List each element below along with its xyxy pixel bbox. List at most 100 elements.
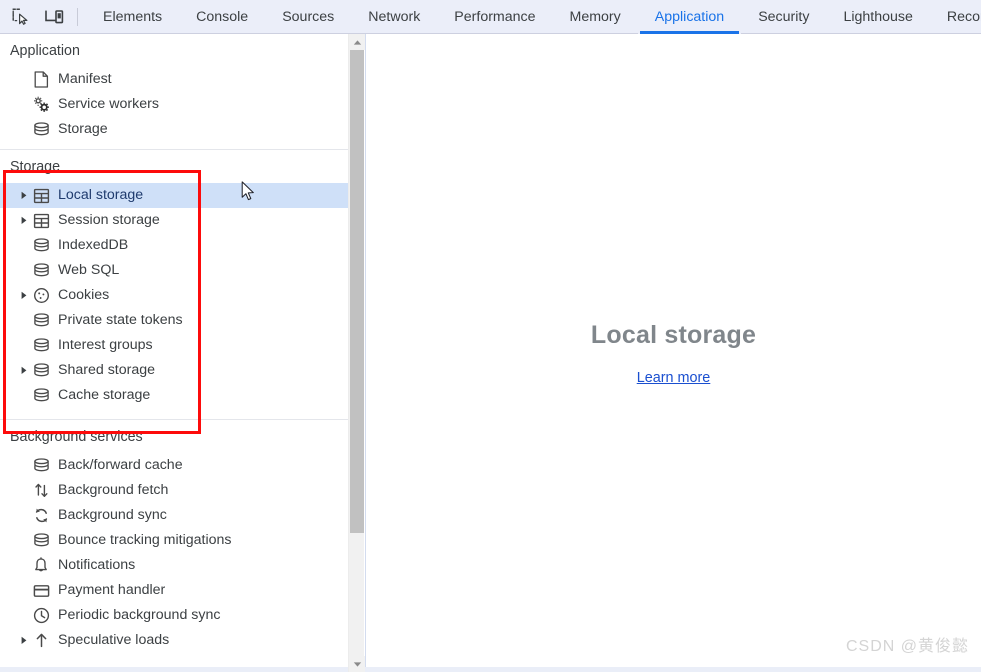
sidebar-item-bounce-tracking-mitigations[interactable]: Bounce tracking mitigations (0, 528, 348, 553)
sidebar-item-label: Back/forward cache (58, 457, 183, 474)
sidebar-item-cookies[interactable]: Cookies (0, 283, 348, 308)
tab-recorder[interactable]: Recorder (930, 0, 981, 34)
bell-icon (31, 556, 51, 576)
sidebar-item-web-sql[interactable]: Web SQL (0, 258, 348, 283)
devtools-toolbar: Elements Console Sources Network Perform… (0, 0, 981, 34)
toolbar-divider (77, 7, 78, 26)
sidebar-item-label: Manifest (58, 71, 112, 88)
sidebar-item-label: Speculative loads (58, 632, 170, 649)
sidebar-item-label: Cache storage (58, 387, 151, 404)
sidebar-item-label: Cookies (58, 287, 110, 304)
devtools-window: Elements Console Sources Network Perform… (0, 0, 981, 672)
panel-tabs: Elements Console Sources Network Perform… (86, 0, 981, 34)
gears-icon (31, 95, 51, 115)
tab-application[interactable]: Application (637, 0, 742, 34)
inspect-element-icon[interactable] (6, 4, 34, 30)
sidebar-item-label: Session storage (58, 212, 160, 229)
main-content-panel: Local storage Learn more (365, 34, 981, 672)
tab-console[interactable]: Console (179, 0, 265, 34)
tab-performance[interactable]: Performance (437, 0, 552, 34)
sidebar-item-speculative-loads[interactable]: Speculative loads (0, 628, 348, 653)
tab-label: Recorder (946, 8, 981, 25)
sidebar-item-label: Shared storage (58, 362, 156, 379)
tab-label: Network (368, 8, 421, 25)
scroll-up-arrow-icon[interactable] (349, 34, 365, 50)
table-icon (31, 186, 51, 206)
tab-label: Application (654, 8, 725, 25)
sidebar-item-label: Notifications (58, 557, 136, 574)
sidebar-item-periodic-background-sync[interactable]: Periodic background sync (0, 603, 348, 628)
scrollbar-thumb[interactable] (350, 50, 364, 533)
device-toolbar-icon[interactable] (40, 4, 68, 30)
table-icon (31, 211, 51, 231)
sync-icon (31, 506, 51, 526)
sidebar-item-notifications[interactable]: Notifications (0, 553, 348, 578)
sidebar-item-label: Payment handler (58, 582, 166, 599)
sidebar-item-service-workers[interactable]: Service workers (0, 92, 348, 117)
page-title: Local storage (590, 320, 757, 349)
tab-label: Elements (103, 8, 163, 25)
sidebar-item-label: Bounce tracking mitigations (58, 532, 232, 549)
disclosure-arrow-icon[interactable] (18, 208, 30, 233)
disclosure-arrow-icon[interactable] (18, 283, 30, 308)
disclosure-arrow-icon[interactable] (18, 183, 30, 208)
application-sidebar: Application Manifest Service workers Sto… (0, 34, 348, 672)
sidebar-item-private-state-tokens[interactable]: Private state tokens (0, 308, 348, 333)
sidebar-item-session-storage[interactable]: Session storage (0, 208, 348, 233)
tab-elements[interactable]: Elements (86, 0, 179, 34)
clock-icon (31, 606, 51, 626)
tab-lighthouse[interactable]: Lighthouse (826, 0, 929, 34)
database-icon (31, 386, 51, 406)
database-icon (31, 236, 51, 256)
sidebar-item-interest-groups[interactable]: Interest groups (0, 333, 348, 358)
sidebar-item-label: Service workers (58, 96, 159, 113)
tab-label: Console (196, 8, 249, 25)
database-icon (31, 311, 51, 331)
cookie-icon (31, 286, 51, 306)
watermark: CSDN @黄俊懿 (845, 638, 969, 655)
tab-network[interactable]: Network (351, 0, 437, 34)
document-icon (31, 70, 51, 90)
sidebar-item-label: IndexedDB (58, 237, 129, 254)
sidebar-item-background-sync[interactable]: Background sync (0, 503, 348, 528)
tab-label: Memory (569, 8, 621, 25)
section-title-storage: Storage (10, 159, 61, 175)
sidebar-item-label: Interest groups (58, 337, 153, 354)
sidebar-item-label: Storage (58, 121, 108, 138)
up-arrow-icon (31, 631, 51, 651)
tab-memory[interactable]: Memory (553, 0, 638, 34)
sidebar-item-storage[interactable]: Storage (0, 117, 348, 142)
tab-label: Security (758, 8, 810, 25)
disclosure-arrow-icon[interactable] (18, 358, 30, 383)
sidebar-item-label: Private state tokens (58, 312, 183, 329)
tab-label: Performance (454, 8, 536, 25)
sidebar-item-shared-storage[interactable]: Shared storage (0, 358, 348, 383)
sidebar-item-label: Background sync (58, 507, 167, 524)
tab-label: Lighthouse (843, 8, 913, 25)
section-title-background-services: Background services (10, 429, 143, 445)
sidebar-item-indexeddb[interactable]: IndexedDB (0, 233, 348, 258)
sidebar-item-payment-handler[interactable]: Payment handler (0, 578, 348, 603)
database-icon (31, 531, 51, 551)
sidebar-item-local-storage[interactable]: Local storage (0, 183, 348, 208)
updown-arrows-icon (31, 481, 51, 501)
sidebar-item-back-forward-cache[interactable]: Back/forward cache (0, 453, 348, 478)
disclosure-arrow-icon[interactable] (18, 628, 30, 653)
sidebar-item-label: Periodic background sync (58, 607, 221, 624)
database-icon (31, 120, 51, 140)
database-icon (31, 456, 51, 476)
sidebar-scrollbar[interactable] (348, 34, 365, 672)
sidebar-item-manifest[interactable]: Manifest (0, 67, 348, 92)
database-icon (31, 261, 51, 281)
card-icon (31, 581, 51, 601)
database-icon (31, 336, 51, 356)
bottom-strip (0, 667, 981, 672)
sidebar-item-background-fetch[interactable]: Background fetch (0, 478, 348, 503)
database-icon (31, 361, 51, 381)
tab-sources[interactable]: Sources (265, 0, 351, 34)
scroll-down-arrow-icon[interactable] (349, 656, 365, 672)
sidebar-item-label: Web SQL (58, 262, 120, 279)
learn-more-link[interactable]: Learn more (637, 370, 711, 386)
tab-security[interactable]: Security (741, 0, 826, 34)
sidebar-item-cache-storage[interactable]: Cache storage (0, 383, 348, 408)
